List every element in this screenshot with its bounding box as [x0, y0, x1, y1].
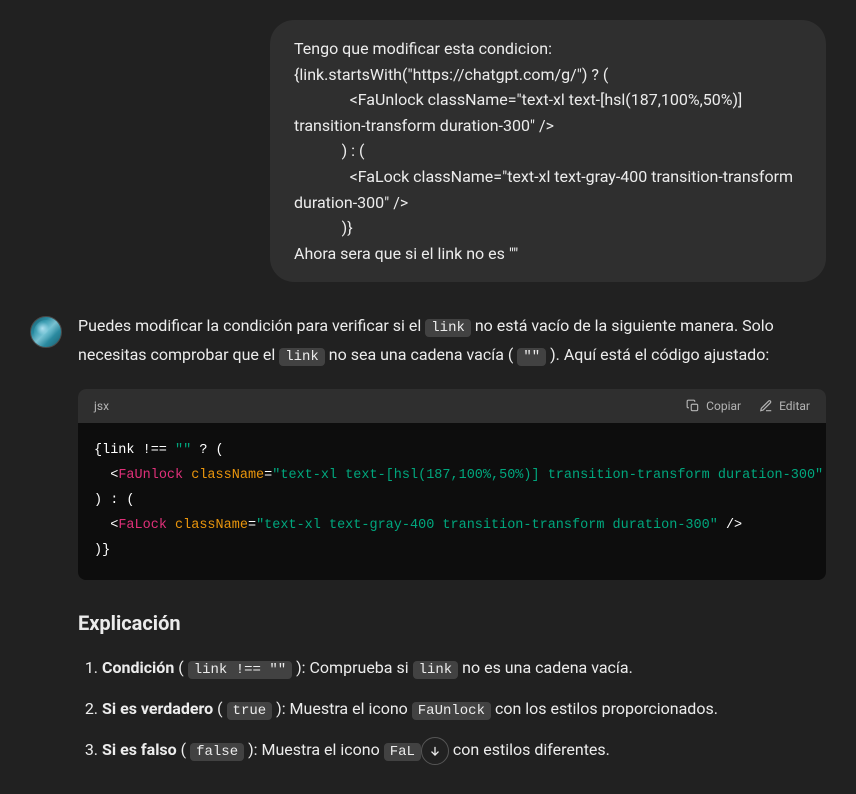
text: no sea una cadena vacía (	[325, 345, 518, 364]
bold-text: Condición	[102, 658, 174, 677]
code-body[interactable]: {link !== "" ? ( <FaUnlock className="te…	[78, 423, 826, 580]
inline-code: FaL	[384, 743, 421, 761]
text: ):	[272, 699, 289, 718]
text: no es una cadena vacía.	[458, 658, 633, 677]
explanation-heading: Explicación	[78, 608, 826, 638]
text: (	[174, 658, 187, 677]
edit-button[interactable]: Editar	[759, 397, 810, 415]
inline-code: true	[227, 702, 273, 720]
text: Muestra el icono	[262, 740, 384, 759]
code-block: jsx Copiar Editar {link !== "" ? ( <FaUn…	[78, 389, 826, 580]
text: ):	[244, 740, 261, 759]
copy-button[interactable]: Copiar	[686, 397, 741, 415]
bold-text: Si es verdadero	[102, 699, 213, 718]
text: con los estilos proporcionados.	[491, 699, 718, 718]
list-item: Condición ( link !== "" ): Comprueba si …	[102, 654, 826, 683]
inline-code: FaUnlock	[412, 702, 491, 720]
user-message: Tengo que modificar esta condicion: {lin…	[270, 20, 826, 282]
inline-code: false	[190, 743, 244, 761]
code-header: jsx Copiar Editar	[78, 389, 826, 423]
inline-code: link	[279, 348, 325, 366]
edit-label: Editar	[779, 397, 810, 415]
list-item: Si es falso ( false ): Muestra el icono …	[102, 736, 826, 765]
text: (	[213, 699, 226, 718]
text: con estilos diferentes.	[449, 740, 610, 759]
code-language-label: jsx	[94, 397, 109, 415]
chat-container: Tengo que modificar esta condicion: {lin…	[0, 0, 856, 794]
text: (	[177, 740, 190, 759]
explanation-list: Condición ( link !== "" ): Comprueba si …	[78, 654, 826, 764]
bold-text: Si es falso	[102, 740, 177, 759]
text: Muestra el icono	[290, 699, 412, 718]
edit-icon	[759, 399, 773, 413]
copy-icon	[686, 399, 700, 413]
inline-code: link !== ""	[188, 661, 292, 679]
text: ):	[292, 658, 309, 677]
text: Comprueba si	[310, 658, 413, 677]
assistant-avatar	[30, 316, 62, 348]
text: Puedes modificar la condición para verif…	[78, 316, 425, 335]
assistant-message: Puedes modificar la condición para verif…	[30, 312, 826, 776]
inline-code: ""	[517, 348, 546, 366]
assistant-intro: Puedes modificar la condición para verif…	[78, 312, 826, 369]
inline-code: link	[425, 319, 471, 337]
copy-label: Copiar	[706, 397, 741, 415]
inline-code: link	[413, 661, 459, 679]
list-item: Si es verdadero ( true ): Muestra el ico…	[102, 695, 826, 724]
arrow-down-icon	[428, 744, 442, 758]
scroll-down-button[interactable]	[421, 737, 449, 765]
text: ). Aquí está el código ajustado:	[546, 345, 769, 364]
